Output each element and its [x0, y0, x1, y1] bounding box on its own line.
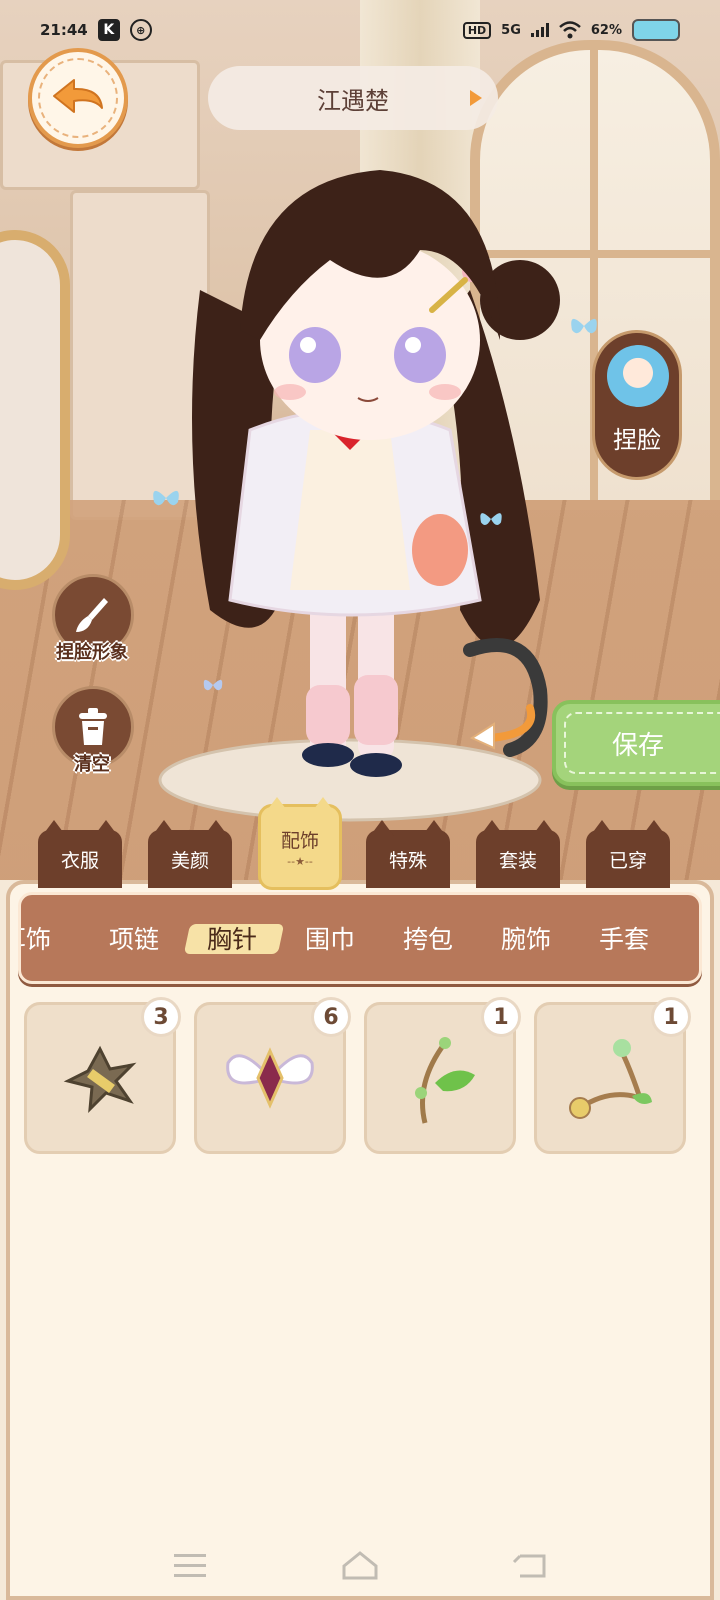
character-name-pill[interactable]: 江遇楚: [208, 66, 498, 130]
butterfly-icon: [153, 490, 179, 506]
subtab-label: 胸针: [206, 925, 257, 954]
signal-icon: [530, 23, 549, 37]
tab-beauty[interactable]: 美颜: [148, 820, 232, 888]
subtab-bag[interactable]: 挎包: [379, 920, 477, 956]
subtab-label: 围巾: [304, 925, 355, 954]
item-card[interactable]: 3: [24, 997, 181, 1154]
sub-category-tabs: 耳饰 项链 胸针 围巾 挎包 腕饰 手套: [18, 892, 702, 984]
item-count-badge: 1: [481, 997, 521, 1037]
item-card[interactable]: 1: [534, 997, 691, 1154]
butterfly-icon: [203, 679, 223, 691]
battery-percent: 62%: [590, 22, 622, 38]
home-nav-icon[interactable]: [340, 1550, 380, 1580]
back-arrow-icon: [53, 79, 103, 113]
brush-icon: [76, 598, 108, 632]
back-nav-icon[interactable]: [510, 1550, 550, 1580]
subtab-earrings[interactable]: 耳饰: [21, 920, 85, 956]
face-edit-button[interactable]: 捏脸: [592, 330, 682, 480]
battery-icon: [632, 19, 680, 41]
item-count-badge: 1: [651, 997, 691, 1037]
subtab-label: 挎包: [402, 925, 453, 954]
tab-label: 配饰: [280, 830, 319, 852]
clock: 21:44: [40, 21, 88, 39]
character-name: 江遇楚: [317, 86, 389, 115]
face-avatar-icon: [607, 345, 669, 407]
back-button[interactable]: [28, 48, 128, 148]
tab-special[interactable]: 特殊: [366, 820, 450, 888]
subtab-label: 手套: [598, 925, 649, 954]
notification-icon: ⊕: [129, 19, 152, 41]
tab-label: 套装: [498, 849, 537, 872]
play-icon[interactable]: [468, 88, 484, 108]
k-app-icon: K: [97, 19, 120, 41]
network-label: 5G: [501, 22, 521, 38]
item-panel: 耳饰 项链 胸针 围巾 挎包 腕饰 手套 3: [6, 880, 714, 1600]
save-label: 保存: [612, 730, 665, 761]
subtab-label: 项链: [108, 925, 159, 954]
trash-icon: [79, 708, 107, 745]
face-image-label: 捏脸形象: [56, 642, 128, 663]
subtab-necklace[interactable]: 项链: [85, 920, 183, 956]
tab-label: 衣服: [60, 849, 99, 872]
item-count-badge: 6: [311, 997, 351, 1037]
tab-label: 已穿: [608, 849, 647, 872]
standing-mirror: [0, 230, 70, 590]
item-grid: 3 6 1 1: [24, 997, 691, 1154]
flower-vine-brooch-icon: [569, 1039, 652, 1119]
tab-accessories[interactable]: 配饰 --★--: [258, 797, 342, 890]
subtab-gloves[interactable]: 手套: [575, 920, 673, 956]
subtab-wristwear[interactable]: 腕饰: [477, 920, 575, 956]
subtab-scarf[interactable]: 围巾: [281, 920, 379, 956]
tab-worn[interactable]: 已穿: [586, 820, 670, 888]
bow-gem-brooch-icon: [226, 1047, 314, 1109]
menu-nav-icon[interactable]: [170, 1550, 210, 1580]
face-edit-label: 捏脸: [613, 426, 661, 454]
tab-active-indicator: --★--: [287, 855, 313, 868]
tab-label: 美颜: [170, 849, 209, 872]
item-card[interactable]: 6: [194, 997, 351, 1154]
item-card[interactable]: 1: [364, 997, 521, 1154]
tab-label: 特殊: [388, 849, 427, 872]
butterfly-icon: [480, 513, 502, 525]
subtab-brooch[interactable]: 胸针: [183, 920, 281, 956]
wifi-icon: [559, 21, 581, 39]
category-tabs: 衣服 美颜 配饰 --★-- 特殊 套装 已穿: [0, 797, 720, 890]
hd-badge: HD: [462, 21, 492, 39]
subtab-label: 腕饰: [500, 925, 551, 954]
save-button[interactable]: 保存: [552, 700, 720, 786]
clear-label: 清空: [74, 754, 110, 775]
tab-clothes[interactable]: 衣服: [38, 820, 122, 888]
green-bird-branch-brooch-icon: [415, 1037, 475, 1124]
tab-suits[interactable]: 套装: [476, 820, 560, 888]
status-bar: 21:44 K ⊕ HD 5G 62%: [0, 0, 720, 60]
star-badge-brooch-icon: [63, 1045, 137, 1113]
item-count-badge: 3: [141, 997, 181, 1037]
butterfly-icon: [571, 318, 597, 334]
system-nav-bar: [0, 1530, 720, 1600]
rotate-arrow-icon[interactable]: [460, 700, 540, 750]
subtab-label: 耳饰: [21, 925, 52, 954]
